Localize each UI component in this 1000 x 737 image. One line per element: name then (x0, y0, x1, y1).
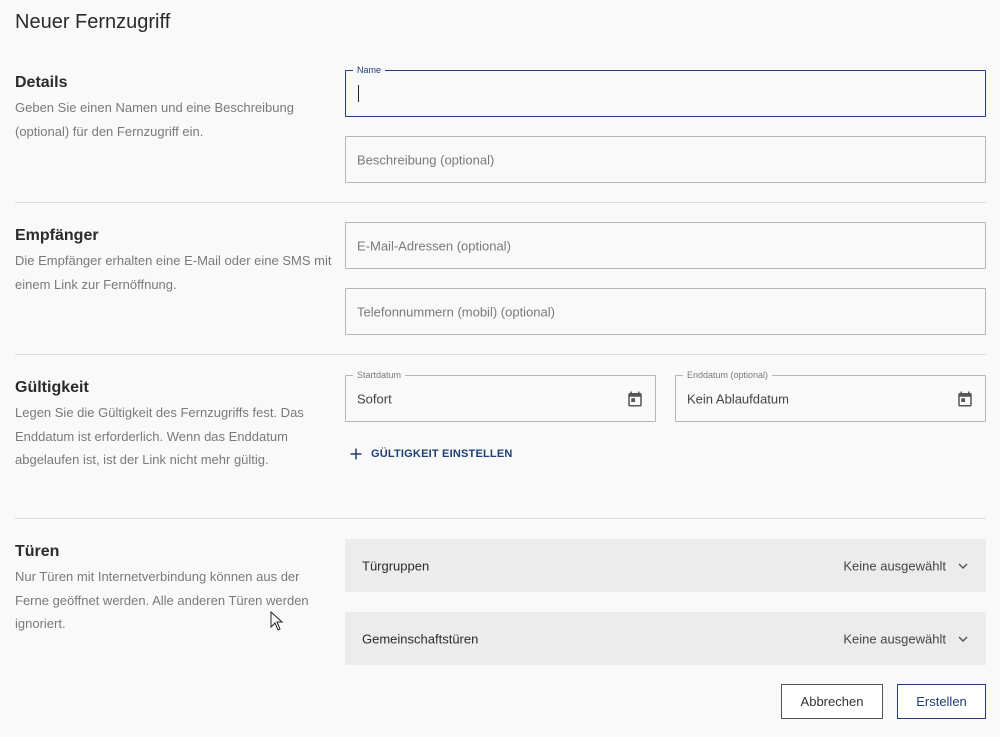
recipients-description: Die Empfänger erhalten eine E-Mail oder … (15, 253, 332, 292)
doors-title: Türen (15, 543, 60, 560)
calendar-icon[interactable] (956, 390, 974, 408)
shared-doors-title: Gemeinschaftstüren (362, 631, 479, 646)
section-divider (15, 202, 986, 203)
door-groups-selector[interactable]: Türgruppen Keine ausgewählt (345, 539, 986, 592)
start-date-field[interactable]: Startdatum Sofort (345, 369, 656, 422)
door-groups-title: Türgruppen (362, 558, 430, 573)
end-date-label: Enddatum (optional) (683, 369, 773, 381)
recipients-title: Empfänger (15, 227, 99, 244)
name-field-label: Name (353, 64, 386, 76)
text-caret (358, 85, 359, 102)
email-field[interactable]: E-Mail-Adressen (optional) (345, 222, 986, 269)
calendar-icon[interactable] (626, 390, 644, 408)
description-field[interactable]: Beschreibung (optional) (345, 136, 986, 183)
plus-icon (350, 448, 362, 460)
chevron-down-icon (958, 562, 968, 569)
create-button[interactable]: Erstellen (897, 684, 986, 719)
page-title: Neuer Fernzugriff (15, 11, 171, 33)
cancel-button[interactable]: Abbrechen (781, 684, 883, 719)
phone-field[interactable]: Telefonnummern (mobil) (optional) (345, 288, 986, 335)
chevron-down-icon (958, 635, 968, 642)
end-date-field[interactable]: Enddatum (optional) Kein Ablaufdatum (675, 369, 986, 422)
start-date-value: Sofort (357, 391, 392, 406)
end-date-value: Kein Ablaufdatum (687, 391, 789, 406)
phone-field-placeholder: Telefonnummern (mobil) (optional) (357, 304, 555, 319)
name-field[interactable]: Name (345, 64, 986, 117)
start-date-label: Startdatum (353, 369, 406, 381)
set-validity-button[interactable]: GÜLTIGKEIT EINSTELLEN (349, 447, 513, 461)
set-validity-label: GÜLTIGKEIT EINSTELLEN (371, 448, 513, 460)
shared-doors-selector[interactable]: Gemeinschaftstüren Keine ausgewählt (345, 612, 986, 665)
doors-description: Nur Türen mit Internetverbindung können … (15, 569, 309, 631)
details-description: Geben Sie einen Namen und eine Beschreib… (15, 100, 294, 139)
door-groups-value: Keine ausgewählt (843, 558, 946, 573)
validity-description: Legen Sie die Gültigkeit des Fernzugriff… (15, 405, 304, 467)
details-title: Details (15, 74, 68, 91)
section-divider (15, 354, 986, 355)
section-divider (15, 518, 986, 519)
validity-title: Gültigkeit (15, 379, 89, 396)
description-field-placeholder: Beschreibung (optional) (357, 152, 495, 167)
shared-doors-value: Keine ausgewählt (843, 631, 946, 646)
mouse-pointer-icon (270, 611, 284, 631)
email-field-placeholder: E-Mail-Adressen (optional) (357, 238, 511, 253)
